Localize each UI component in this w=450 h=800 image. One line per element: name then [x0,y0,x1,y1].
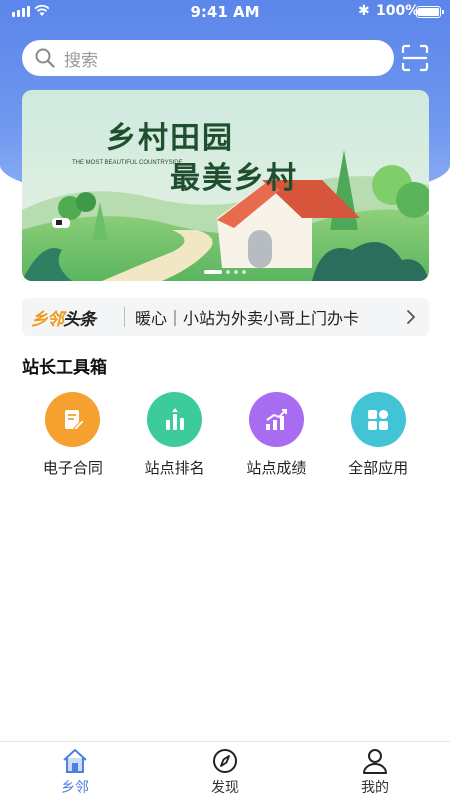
chevron-right-icon[interactable] [401,307,421,327]
apps-grid-icon[interactable] [350,392,406,447]
headline-logo-part1: 乡邻 [31,309,64,330]
tab-label: 我的 [361,780,389,796]
headline-news-text[interactable]: 暖心｜小站为外卖小哥上门办卡 [135,305,401,329]
bluetooth-icon: ✱ [358,3,370,19]
tool-item-contract[interactable]: 电子合同 [22,392,124,478]
carousel-indicator [204,270,246,274]
battery-icon [416,6,444,18]
search-icon [35,48,55,68]
headline-logo-part2: 头条 [63,309,96,330]
banner-title-line1: 乡村田园 [106,121,234,156]
tab-profile[interactable]: 我的 [300,742,450,800]
tool-label: 站点成绩 [246,459,307,477]
search-input[interactable]: 搜索 [22,40,394,76]
tool-item-all-apps[interactable]: 全部应用 [327,392,429,478]
carousel-dot[interactable] [234,270,238,274]
tab-label: 发现 [211,780,239,796]
bottom-tab-bar: 乡邻 发现 我的 [0,741,450,800]
tool-label: 站点排名 [144,459,205,477]
tab-home[interactable]: 乡邻 [0,742,150,800]
carousel-dot[interactable] [204,270,222,274]
user-icon [363,749,387,774]
carousel-dot[interactable] [226,270,230,274]
status-bar: 9:41 AM ✱ 100% [0,0,450,26]
divider [124,307,125,327]
tab-label: 乡邻 [61,780,89,796]
contract-icon[interactable] [45,392,101,447]
countryside-banner-image: 乡村田园 THE MOST BEAUTIFUL COUNTRYSIDE 最美乡村 [22,90,429,281]
ranking-icon[interactable] [147,392,203,447]
tool-label: 电子合同 [42,459,103,477]
growth-chart-icon[interactable] [248,392,304,447]
compass-icon [213,749,237,773]
scan-icon[interactable] [401,44,429,72]
banner-title-line2: 最美乡村 [170,161,298,196]
banner-carousel[interactable]: 乡村田园 THE MOST BEAUTIFUL COUNTRYSIDE 最美乡村 [22,90,429,281]
tool-item-ranking[interactable]: 站点排名 [124,392,226,478]
tab-discover[interactable]: 发现 [150,742,300,800]
home-icon [63,749,87,773]
carousel-dot[interactable] [242,270,246,274]
tool-item-performance[interactable]: 站点成绩 [226,392,328,478]
toolbox-title: 站长工具箱 [22,358,107,378]
search-placeholder: 搜索 [64,50,98,71]
tool-label: 全部应用 [348,459,409,477]
toolbox-grid: 电子合同 站点排名 站点成绩 全部应用 [22,392,429,478]
banner-subtitle: THE MOST BEAUTIFUL COUNTRYSIDE [72,160,183,166]
battery-percent: 100% [376,3,420,19]
headline-news-bar[interactable]: 乡邻头条 暖心｜小站为外卖小哥上门办卡 [22,298,429,336]
headline-logo: 乡邻头条 [22,305,122,330]
